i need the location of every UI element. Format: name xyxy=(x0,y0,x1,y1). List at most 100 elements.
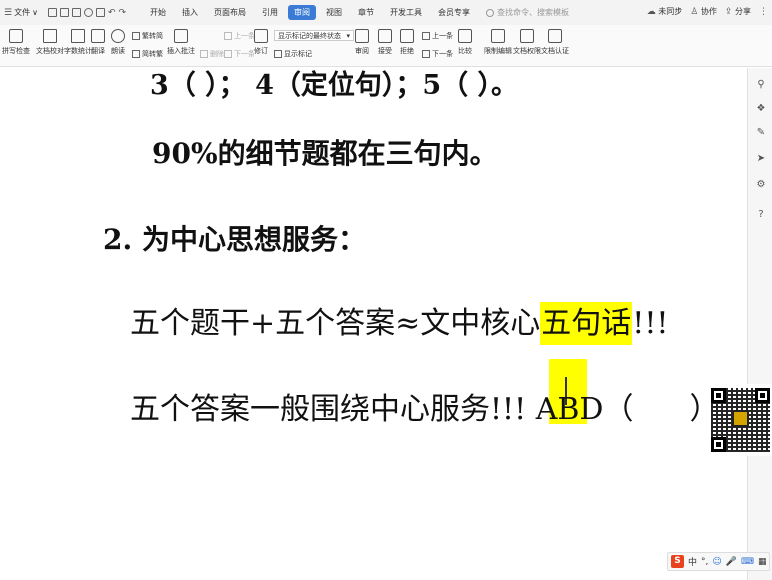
redo-icon[interactable]: ↷ xyxy=(118,8,126,18)
next-change-button[interactable]: 下一条 xyxy=(422,49,453,59)
emoji-icon[interactable]: ☺ xyxy=(712,557,721,567)
prev-comment-button[interactable]: 上一条 xyxy=(224,31,255,41)
trad-to-simp-label: 简转繁 xyxy=(142,50,163,58)
prev-change-button[interactable]: 上一条 xyxy=(422,31,453,41)
compare-button[interactable]: 比较 xyxy=(458,29,472,56)
comment-icon xyxy=(174,29,188,43)
qr-finder-bottom-left xyxy=(711,437,726,452)
sogou-logo-icon[interactable]: S xyxy=(671,555,684,568)
ime-language[interactable]: 中 xyxy=(688,555,697,568)
read-aloud-label: 朗读 xyxy=(111,47,125,55)
file-menu[interactable]: ☰ 文件 ∨ xyxy=(0,7,38,18)
share-icon: ⇪ xyxy=(724,7,733,17)
convert-icon xyxy=(132,32,140,40)
tab-home[interactable]: 开始 xyxy=(144,5,172,20)
document-page[interactable]: 3（ ）； 4（定位句）；5（ ）。 90%的细节题都在三句内。 2. 为中心思… xyxy=(0,68,746,580)
restrict-edit-label: 限制编辑 xyxy=(484,47,512,55)
undo-icon[interactable]: ↶ xyxy=(108,8,116,18)
restrict-edit-button[interactable]: 限制编辑 xyxy=(484,29,512,56)
arrow-up-icon xyxy=(224,32,232,40)
print-icon[interactable] xyxy=(71,8,81,17)
doc-proof-label: 文档校对 xyxy=(36,47,64,55)
qr-logo xyxy=(732,410,749,427)
translate-button[interactable]: 翻译 xyxy=(91,29,105,56)
format-painter-icon[interactable] xyxy=(95,8,105,17)
word-count-button[interactable]: 字数统计 xyxy=(64,29,92,56)
tab-member[interactable]: 会员专享 xyxy=(432,5,476,20)
next2-label: 下一条 xyxy=(432,50,453,58)
select-cursor-icon[interactable]: ➤ xyxy=(756,154,766,164)
review-label: 审阅 xyxy=(355,47,369,55)
qr-finder-top-left xyxy=(711,388,726,403)
ime-punctuation[interactable]: °, xyxy=(701,557,708,567)
menu-bar: ☰ 文件 ∨ ↶ ↷ 开始 插入 页面布局 引用 审阅 视图 章节 开发工具 会… xyxy=(0,0,772,25)
search-icon xyxy=(486,8,495,17)
sync-status[interactable]: ☁ 未同步 xyxy=(647,6,683,17)
style-icon[interactable]: ❖ xyxy=(756,104,766,114)
search-placeholder: 查找命令、搜索模板 xyxy=(497,8,570,17)
next-label: 下一条 xyxy=(234,50,255,58)
spellcheck-icon xyxy=(9,29,23,43)
spellcheck-label: 拼写检查 xyxy=(2,47,30,55)
tab-developer[interactable]: 开发工具 xyxy=(384,5,428,20)
doc-line-answers-center: 五个答案一般围绕中心服务!!! ABD（）D xyxy=(130,384,744,428)
trad-to-simp-button[interactable]: 简转繁 xyxy=(132,49,163,59)
delete-comment-button[interactable]: 删除 xyxy=(200,49,224,59)
tab-references[interactable]: 引用 xyxy=(256,5,284,20)
menu-tabs: 开始 插入 页面布局 引用 审阅 视图 章节 开发工具 会员专享 xyxy=(144,5,480,20)
doc-proof-button[interactable]: 文档校对 xyxy=(36,29,64,56)
word-count-label: 字数统计 xyxy=(64,47,92,55)
doc-certify-button[interactable]: 文档认证 xyxy=(541,29,569,56)
qr-code xyxy=(709,384,772,456)
simp-to-trad-button[interactable]: 繁转简 xyxy=(132,31,163,41)
ime-toolbar[interactable]: S 中 °, ☺ 🎤 ⌨ ▦ xyxy=(667,552,770,571)
sync-label: 未同步 xyxy=(658,7,683,16)
accept-label: 接受 xyxy=(378,47,392,55)
collab-button[interactable]: ♙ 协作 xyxy=(690,6,717,17)
convert-icon xyxy=(132,50,140,58)
tab-page-layout[interactable]: 页面布局 xyxy=(208,5,252,20)
keyboard-icon[interactable]: ⌨ xyxy=(741,557,754,567)
command-search[interactable]: 查找命令、搜索模板 xyxy=(486,7,569,18)
reject-icon xyxy=(400,29,414,43)
arrow-down-icon xyxy=(224,50,232,58)
tab-insert[interactable]: 插入 xyxy=(176,5,204,20)
collab-label: 协作 xyxy=(700,7,717,16)
doc-heading-2: 2. 为中心思想服务： xyxy=(103,223,366,256)
microphone-icon[interactable]: 🎤 xyxy=(726,557,737,567)
ribbon-review: 拼写检查 文档校对 字数统计 翻译 朗读 繁转简 简转繁 插入批注 删除 上一条… xyxy=(0,25,772,67)
help-icon[interactable]: ? xyxy=(756,210,766,220)
track-changes-button[interactable]: 修订 xyxy=(254,29,268,56)
tab-review[interactable]: 审阅 xyxy=(288,5,317,20)
prev2-label: 上一条 xyxy=(432,32,453,40)
tab-view[interactable]: 视图 xyxy=(320,5,348,20)
markup-state-select[interactable]: 显示标记的最终状态 ▾ xyxy=(274,30,354,41)
show-markup-button[interactable]: 显示标记 xyxy=(274,49,312,59)
next-comment-button[interactable]: 下一条 xyxy=(224,49,255,59)
pen-icon[interactable]: ✎ xyxy=(756,128,766,138)
translate-label: 翻译 xyxy=(91,47,105,55)
tab-section[interactable]: 章节 xyxy=(352,5,380,20)
reject-button[interactable]: 拒绝 xyxy=(400,29,414,56)
settings-sliders-icon[interactable]: ⚙ xyxy=(756,180,766,190)
review-pane-button[interactable]: 审阅 xyxy=(355,29,369,56)
doc-permission-button[interactable]: 文档权限 xyxy=(513,29,541,56)
doc-certify-label: 文档认证 xyxy=(541,47,569,55)
doc-line-answers: 3（ ）； 4（定位句）；5（ ）。 xyxy=(150,70,519,101)
more-icon[interactable]: ⋮ xyxy=(759,7,768,17)
ime-grid-icon[interactable]: ▦ xyxy=(758,557,767,567)
read-aloud-button[interactable]: 朗读 xyxy=(111,29,125,56)
print-preview-icon[interactable] xyxy=(83,8,93,17)
save-icon[interactable] xyxy=(47,8,57,17)
qr-finder-top-right xyxy=(755,388,770,403)
export-icon[interactable] xyxy=(59,8,69,17)
certify-icon xyxy=(548,29,562,43)
share-button[interactable]: ⇪ 分享 xyxy=(725,6,751,17)
filter-icon[interactable]: ⚲ xyxy=(756,80,766,90)
spellcheck-button[interactable]: 拼写检查 xyxy=(2,29,30,56)
accept-button[interactable]: 接受 xyxy=(378,29,392,56)
translate-icon xyxy=(91,29,105,43)
doc-permission-label: 文档权限 xyxy=(513,47,541,55)
speaker-icon xyxy=(111,29,125,43)
insert-comment-button[interactable]: 插入批注 xyxy=(167,29,195,56)
